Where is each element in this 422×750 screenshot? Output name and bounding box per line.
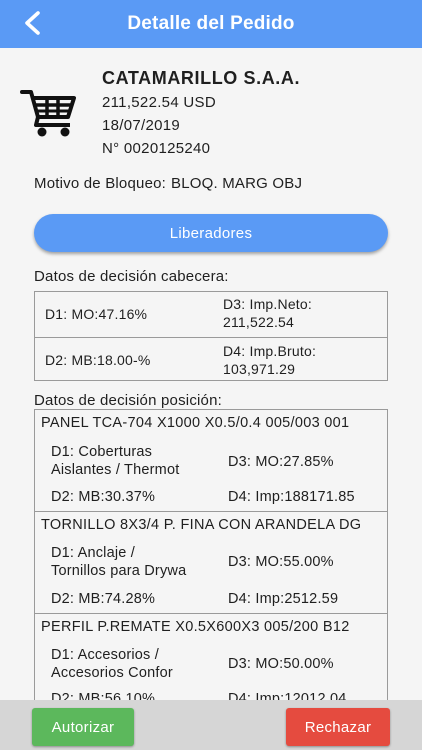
back-chevron-icon[interactable] bbox=[18, 8, 46, 38]
header-decision-label: Datos de decisión cabecera: bbox=[34, 268, 229, 285]
position-d2: D2: MB:74.28% bbox=[51, 591, 156, 607]
position-d1-line2: Aislantes / Thermot bbox=[51, 462, 180, 478]
position-d1-line2: Accesorios Confor bbox=[51, 665, 173, 681]
blocking-reason-value: BLOQ. MARG OBJ bbox=[171, 175, 303, 192]
authorize-button[interactable]: Autorizar bbox=[32, 708, 134, 746]
order-amount: 211,522.54 USD bbox=[102, 94, 216, 111]
decision-d4-value: 103,971.29 bbox=[223, 361, 296, 377]
position-title: PERFIL P.REMATE X0.5X600X3 005/200 B12 bbox=[41, 619, 350, 635]
app-header: Detalle del Pedido bbox=[0, 0, 422, 48]
position-d2: D2: MB:30.37% bbox=[51, 489, 156, 505]
page-title: Detalle del Pedido bbox=[127, 13, 295, 34]
blocking-reason: Motivo de Bloqueo: BLOQ. MARG OBJ bbox=[34, 175, 307, 192]
position-d3: D3: MO:50.00% bbox=[228, 656, 334, 672]
liberadores-button[interactable]: Liberadores bbox=[34, 214, 388, 252]
position-decision-label: Datos de decisión posición: bbox=[34, 392, 223, 409]
position-d4: D4: Imp:188171.85 bbox=[228, 489, 355, 505]
decision-d2: D2: MB:18.00-% bbox=[45, 352, 151, 368]
header-decision-row: D1: MO:47.16% D3: Imp.Neto: 211,522.54 bbox=[35, 292, 387, 336]
order-number: N° 0020125240 bbox=[102, 140, 211, 157]
position-item: TORNILLO 8X3/4 P. FINA CON ARANDELA DG D… bbox=[34, 511, 388, 613]
header-decision-row: D2: MB:18.00-% D4: Imp.Bruto: 103,971.29 bbox=[35, 337, 387, 381]
company-name: CATAMARILLO S.A.A. bbox=[102, 68, 301, 88]
position-d1-line1: D1: Accesorios / bbox=[51, 647, 159, 663]
decision-d1: D1: MO:47.16% bbox=[45, 306, 148, 322]
position-item: PANEL TCA-704 X1000 X0.5/0.4 005/003 001… bbox=[34, 409, 388, 511]
position-item: PERFIL P.REMATE X0.5X600X3 005/200 B12 D… bbox=[34, 613, 388, 713]
position-d1-line1: D1: Anclaje / bbox=[51, 545, 136, 561]
reject-button[interactable]: Rechazar bbox=[286, 708, 390, 746]
shopping-cart-icon bbox=[20, 90, 76, 137]
action-footer: Autorizar Rechazar bbox=[0, 700, 422, 750]
decision-d3-value: 211,522.54 bbox=[223, 314, 295, 330]
position-d3: D3: MO:27.85% bbox=[228, 454, 334, 470]
position-d1-line2: Tornillos para Drywa bbox=[51, 563, 187, 579]
order-date: 18/07/2019 bbox=[102, 117, 181, 134]
position-d4: D4: Imp:2512.59 bbox=[228, 591, 339, 607]
position-title: TORNILLO 8X3/4 P. FINA CON ARANDELA DG bbox=[41, 517, 362, 533]
decision-d3-label: D3: Imp.Neto: bbox=[223, 296, 312, 312]
decision-d4-label: D4: Imp.Bruto: bbox=[223, 343, 317, 359]
blocking-reason-label: Motivo de Bloqueo: bbox=[34, 175, 167, 192]
position-d1-line1: D1: Coberturas bbox=[51, 444, 153, 460]
position-d3: D3: MO:55.00% bbox=[228, 554, 334, 570]
position-title: PANEL TCA-704 X1000 X0.5/0.4 005/003 001 bbox=[41, 415, 350, 431]
header-decision-table: D1: MO:47.16% D3: Imp.Neto: 211,522.54 D… bbox=[34, 291, 388, 381]
